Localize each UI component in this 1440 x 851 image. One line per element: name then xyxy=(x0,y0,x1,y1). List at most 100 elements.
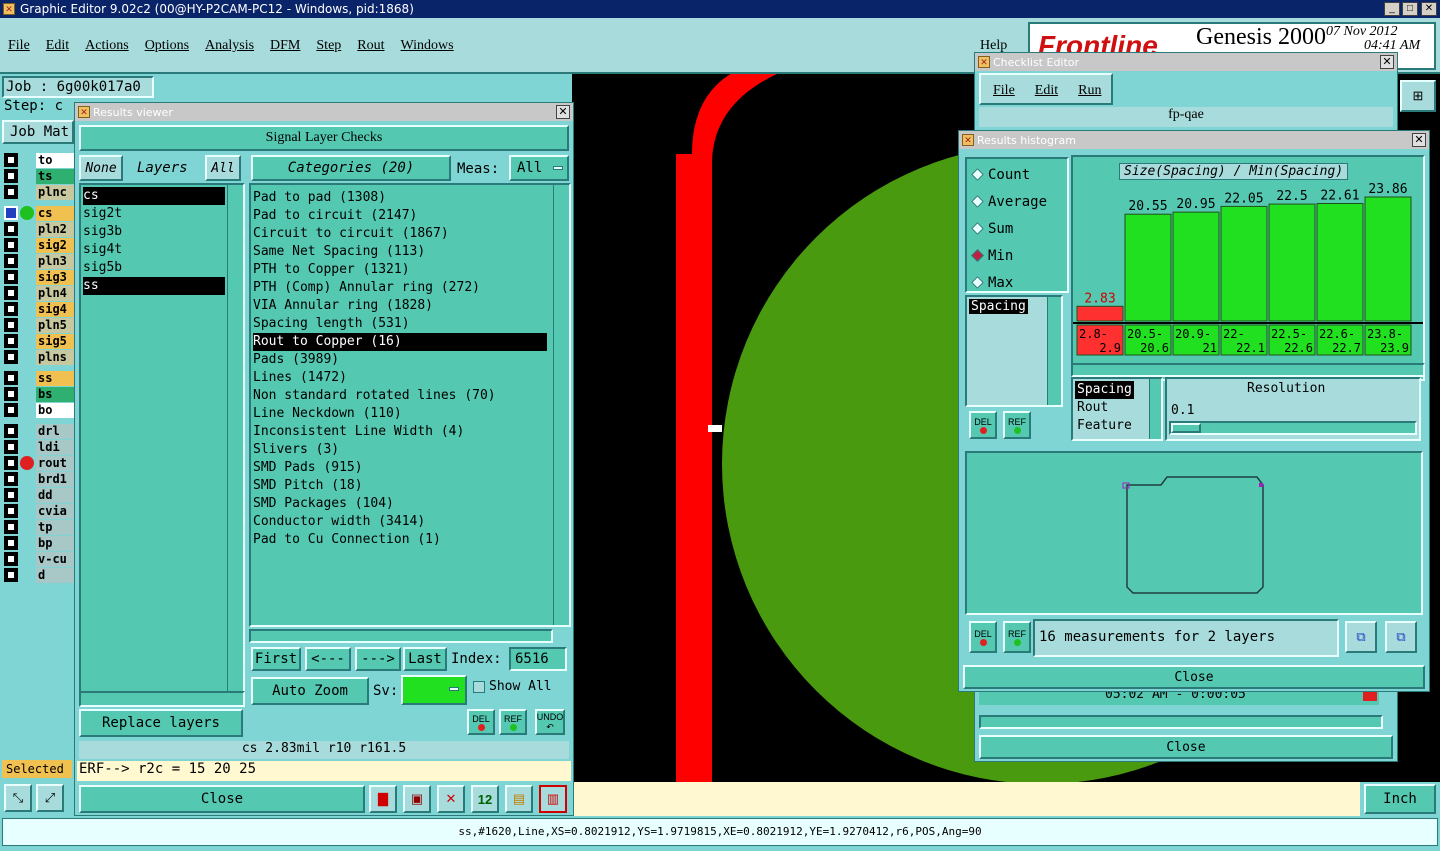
category-item[interactable]: SMD Pads (915) xyxy=(253,459,547,477)
layer-name[interactable]: sig4 xyxy=(36,301,74,317)
category-item[interactable]: Same Net Spacing (113) xyxy=(253,243,547,261)
layer-checkbox[interactable] xyxy=(4,169,18,183)
checklist-editor-titlebar[interactable]: ✕ Checklist Editor ✕ xyxy=(975,53,1397,71)
undo-button[interactable]: UNDO ↶ xyxy=(535,709,565,735)
layer-name[interactable]: ss xyxy=(36,370,74,386)
all-layers-button[interactable]: All xyxy=(205,155,241,181)
histogram-close-icon[interactable]: ✕ xyxy=(1412,133,1426,147)
layout-icon[interactable]: ⊞ xyxy=(1400,80,1436,112)
layer-checkbox[interactable] xyxy=(4,472,18,486)
zoom-fit-icon[interactable]: ⤡ xyxy=(4,784,32,812)
histogram-bar[interactable] xyxy=(1172,211,1220,322)
first-button[interactable]: First xyxy=(251,647,301,671)
layer-checkbox[interactable] xyxy=(4,424,18,438)
layer-row-sig4[interactable]: sig4 xyxy=(4,301,74,317)
layer-checkbox[interactable] xyxy=(4,371,18,385)
job-matrix-button[interactable]: Job Mat xyxy=(2,120,74,144)
layer-name[interactable]: dd xyxy=(36,487,74,503)
layer-name[interactable]: bs xyxy=(36,386,74,402)
category-item[interactable]: Rout to Copper (16) xyxy=(253,333,547,351)
maximize-button[interactable]: □ xyxy=(1402,2,1418,16)
layer-row-v-cu[interactable]: v-cu xyxy=(4,551,74,567)
layer-row-cvia[interactable]: cvia xyxy=(4,503,74,519)
layer-row-pln4[interactable]: pln4 xyxy=(4,285,74,301)
layer-row-ss[interactable]: ss xyxy=(4,370,74,386)
layer-name[interactable]: rout xyxy=(36,455,74,471)
layers-hscroll[interactable] xyxy=(79,691,245,707)
erase-icon[interactable]: ✕ xyxy=(437,785,465,813)
layer-checkbox[interactable] xyxy=(4,536,18,550)
layer-row-cs[interactable]: cs xyxy=(4,205,74,221)
resolution-slider-thumb[interactable] xyxy=(1171,423,1201,433)
meas-dropdown[interactable]: All xyxy=(509,155,569,181)
attr-item[interactable]: Feature xyxy=(1075,417,1134,435)
results-viewer-titlebar[interactable]: ✕ Results viewer ✕ xyxy=(75,103,573,121)
layer-name[interactable]: pln4 xyxy=(36,285,74,301)
menu-options[interactable]: Options xyxy=(145,38,189,54)
results-layer-item[interactable]: sig4t xyxy=(83,241,225,259)
replace-layers-dropdown[interactable]: Replace layers xyxy=(79,709,243,737)
attr-item[interactable]: Spacing xyxy=(1075,381,1134,399)
categories-hscroll[interactable] xyxy=(249,629,553,643)
category-item[interactable]: Non standard rotated lines (70) xyxy=(253,387,547,405)
layer-row-d[interactable]: d xyxy=(4,567,74,583)
layer-name[interactable]: ts xyxy=(36,168,74,184)
layer-row-bp[interactable]: bp xyxy=(4,535,74,551)
checklist-hscroll[interactable] xyxy=(979,715,1383,729)
layer-checkbox[interactable] xyxy=(4,504,18,518)
categories-list[interactable]: Pad to pad (1308) Pad to circuit (2147) Ci… xyxy=(249,183,571,627)
layer-checkbox[interactable] xyxy=(4,302,18,316)
histogram-bar[interactable] xyxy=(1124,213,1172,322)
category-item[interactable]: SMD Packages (104) xyxy=(253,495,547,513)
category-item[interactable]: Pads (3989) xyxy=(253,351,547,369)
layer-name[interactable]: bo xyxy=(36,402,74,418)
preview-ref-button[interactable]: REF xyxy=(1003,621,1031,653)
layer-name[interactable]: sig3 xyxy=(36,269,74,285)
ref-button[interactable]: REF xyxy=(499,709,527,735)
layer-name[interactable]: d xyxy=(36,567,74,583)
mode-radio-count[interactable]: Count xyxy=(971,161,1047,188)
category-item[interactable]: PTH (Comp) Annular ring (272) xyxy=(253,279,547,297)
next-button[interactable]: ---> xyxy=(355,647,401,671)
results-layer-item[interactable]: sig2t xyxy=(83,205,225,223)
layer-name[interactable]: drl xyxy=(36,423,74,439)
layer-checkbox[interactable] xyxy=(4,488,18,502)
checklist-menu-run[interactable]: Run xyxy=(1078,83,1101,98)
layer-name[interactable]: cvia xyxy=(36,503,74,519)
layer-row-rout[interactable]: rout xyxy=(4,455,74,471)
layer-name[interactable]: brd1 xyxy=(36,471,74,487)
layer-name[interactable]: tp xyxy=(36,519,74,535)
menu-edit[interactable]: Edit xyxy=(46,38,69,54)
histogram-bar[interactable] xyxy=(1220,205,1268,322)
layer-name[interactable]: pln5 xyxy=(36,317,74,333)
sv-dropdown[interactable] xyxy=(401,675,467,705)
number-icon[interactable]: 12 xyxy=(471,785,499,813)
menu-rout[interactable]: Rout xyxy=(357,38,384,54)
prev-button[interactable]: <--- xyxy=(305,647,351,671)
layer-checkbox[interactable] xyxy=(4,254,18,268)
layer-row-pln5[interactable]: pln5 xyxy=(4,317,74,333)
histogram-bar[interactable] xyxy=(1316,202,1364,322)
layer-checkbox[interactable] xyxy=(4,270,18,284)
minimize-button[interactable]: _ xyxy=(1384,2,1400,16)
layer-name[interactable]: plnc xyxy=(36,184,74,200)
zoom-reset-icon[interactable]: ⧉ xyxy=(1385,621,1417,653)
menu-dfm[interactable]: DFM xyxy=(270,38,300,54)
layer-row-drl[interactable]: drl xyxy=(4,423,74,439)
layer-row-sig5[interactable]: sig5 xyxy=(4,333,74,349)
results-layer-item[interactable]: ss xyxy=(83,277,225,295)
results-viewer-close-icon[interactable]: ✕ xyxy=(556,105,570,119)
checklist-menu-file[interactable]: File xyxy=(993,83,1015,98)
units-dropdown[interactable]: Inch xyxy=(1364,784,1436,814)
results-layer-item[interactable]: cs xyxy=(83,187,225,205)
layer-row-sig2[interactable]: sig2 xyxy=(4,237,74,253)
layer-checkbox[interactable] xyxy=(4,520,18,534)
histogram-icon[interactable]: ▥ xyxy=(539,785,567,813)
layer-checkbox[interactable] xyxy=(4,318,18,332)
layer-row-sig3[interactable]: sig3 xyxy=(4,269,74,285)
categories-scrollbar[interactable] xyxy=(553,185,569,625)
layer-row-pln3[interactable]: pln3 xyxy=(4,253,74,269)
layer-name[interactable]: plns xyxy=(36,349,74,365)
layer-name[interactable]: sig2 xyxy=(36,237,74,253)
layer-row-bs[interactable]: bs xyxy=(4,386,74,402)
